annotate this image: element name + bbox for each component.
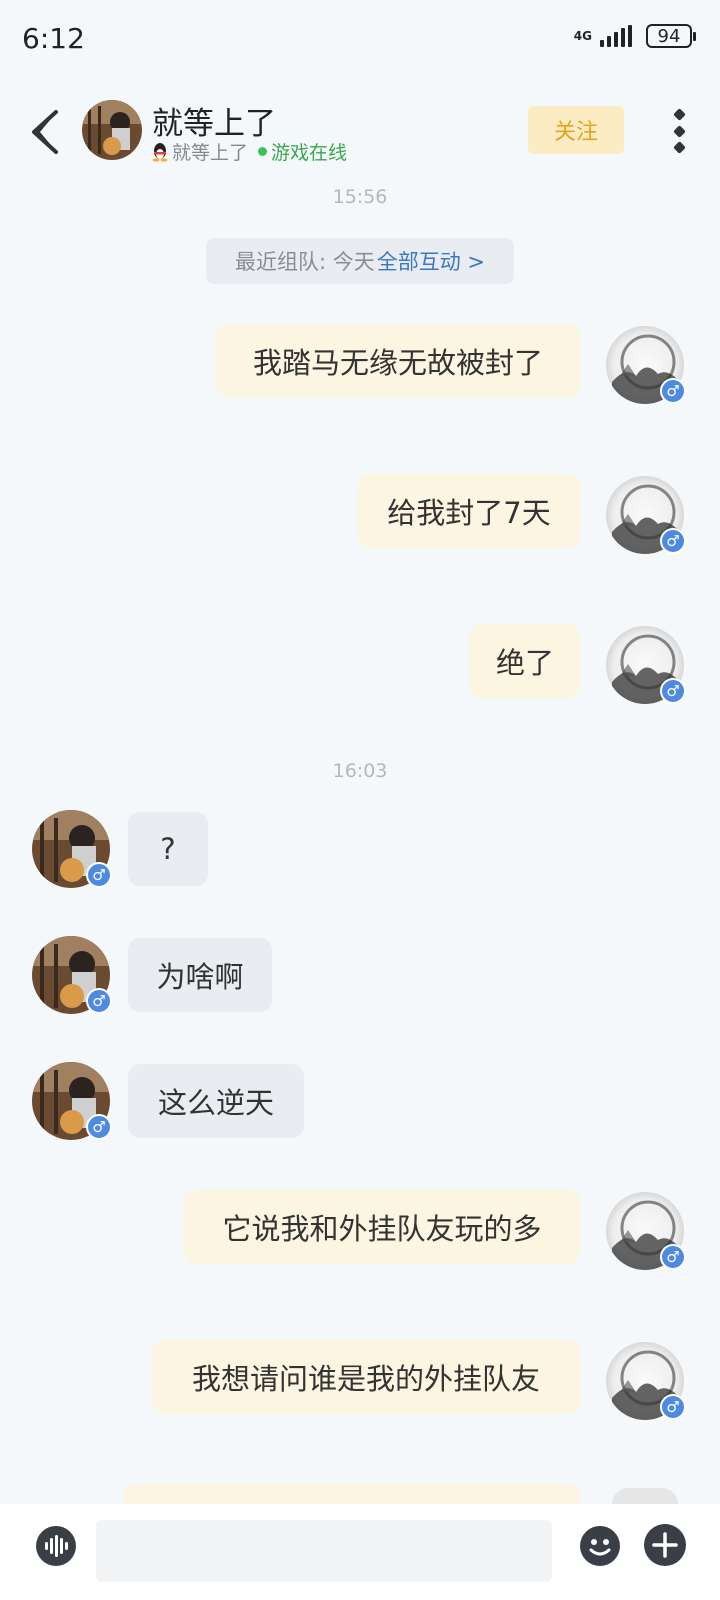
contact-message-avatar[interactable]: ♂	[32, 1062, 112, 1140]
signal-icon	[600, 25, 632, 47]
my-avatar[interactable]: ♂	[606, 1342, 686, 1420]
voice-icon	[44, 1542, 48, 1550]
status-time: 6:12	[22, 22, 85, 55]
my-avatar[interactable]: ♂	[606, 476, 686, 554]
battery-level: 94	[657, 25, 681, 47]
message-bubble[interactable]: ?	[128, 812, 208, 886]
message-bubble[interactable]: 绝了	[470, 624, 580, 698]
all-interactions-link[interactable]: 全部互动 >	[377, 246, 485, 276]
back-chevron-icon	[32, 110, 58, 154]
more-options-button[interactable]	[664, 106, 694, 156]
contact-subtitle: 就等上了 游戏在线	[152, 138, 347, 165]
male-gender-icon: ♂	[86, 862, 112, 888]
message-bubble[interactable]: 我想请问谁是我的外挂队友	[152, 1340, 580, 1414]
male-gender-icon: ♂	[660, 528, 686, 554]
my-avatar[interactable]: ♂	[606, 1192, 686, 1270]
online-status: 游戏在线	[271, 142, 348, 164]
qq-penguin-icon	[152, 142, 168, 162]
contact-qq-name: 就等上了	[172, 142, 249, 164]
message-bubble[interactable]: 这么逆天	[128, 1064, 304, 1138]
follow-button[interactable]: 关注	[528, 106, 624, 154]
contact-message-avatar[interactable]: ♂	[32, 810, 112, 888]
recent-team-label: 最近组队: 今天	[234, 250, 375, 274]
message-bubble-partial	[124, 1484, 580, 1504]
message-timestamp: 15:56	[332, 186, 388, 208]
male-gender-icon: ♂	[660, 1394, 686, 1420]
status-bar: 6:12 4G 94	[0, 0, 720, 80]
more-vertical-icon	[672, 108, 686, 121]
back-button[interactable]	[26, 104, 66, 160]
male-gender-icon: ♂	[660, 678, 686, 704]
male-gender-icon: ♂	[86, 1114, 112, 1140]
online-indicator-icon	[258, 147, 268, 156]
message-input[interactable]	[96, 1520, 552, 1582]
contact-message-avatar[interactable]: ♂	[32, 936, 112, 1014]
chat-header: 就等上了 就等上了 游戏在线 关注	[0, 88, 720, 178]
message-bubble[interactable]: 我踏马无缘无故被封了	[216, 324, 580, 398]
male-gender-icon: ♂	[660, 1244, 686, 1270]
contact-avatar[interactable]	[82, 100, 142, 160]
my-avatar[interactable]: ♂	[606, 326, 686, 404]
contact-photo	[82, 100, 142, 160]
message-bubble[interactable]: 为啥啊	[128, 938, 272, 1012]
network-type: 4G	[573, 29, 592, 43]
male-gender-icon: ♂	[660, 378, 686, 404]
battery-icon: 94	[646, 24, 696, 48]
my-avatar-partial	[612, 1488, 678, 1504]
message-bubble[interactable]: 它说我和外挂队友玩的多	[184, 1190, 580, 1264]
plus-icon	[652, 1532, 678, 1558]
emoji-button[interactable]	[580, 1526, 620, 1566]
message-timestamp: 16:03	[332, 760, 388, 782]
message-bubble[interactable]: 给我封了7天	[358, 474, 580, 548]
my-avatar[interactable]: ♂	[606, 626, 686, 704]
more-actions-button[interactable]	[644, 1524, 686, 1566]
contact-name: 就等上了	[152, 106, 276, 142]
voice-input-button[interactable]	[36, 1526, 76, 1566]
recent-team-banner: 最近组队: 今天 全部互动 >	[206, 238, 514, 284]
message-composer	[0, 1504, 720, 1600]
status-icons: 4G 94	[573, 24, 696, 48]
emoji-icon	[589, 1539, 611, 1556]
male-gender-icon: ♂	[86, 988, 112, 1014]
